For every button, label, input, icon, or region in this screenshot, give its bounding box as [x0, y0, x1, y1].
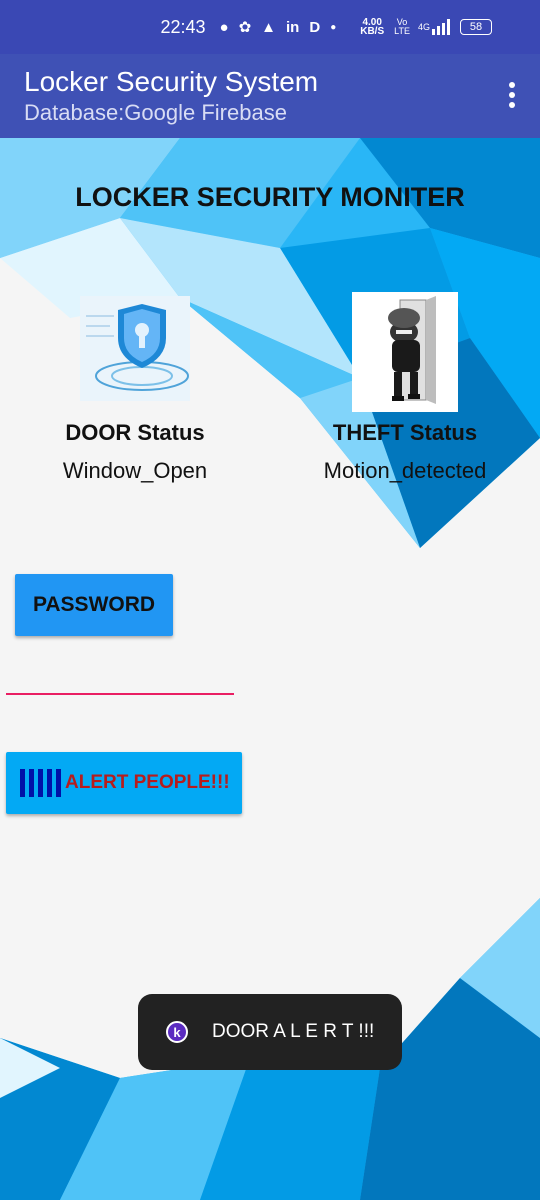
app-title: Locker Security System [24, 66, 319, 97]
network-speed-unit: KB/S [360, 26, 385, 37]
snapchat-icon: ● [219, 18, 229, 36]
overflow-menu-icon[interactable] [506, 82, 518, 108]
toast-notification: k DOOR A L E R T !!! [138, 994, 402, 1070]
d-app-icon: D [309, 18, 321, 36]
network-type: 4G [417, 22, 430, 32]
status-bar: 22:43 ● ✿ ▲ in D ● 4.00 KB/S Vo LTE 4G 5… [0, 0, 540, 54]
toast-message: DOOR A L E R T !!! [212, 1021, 375, 1042]
theft-status-value: Motion_detected [323, 458, 487, 483]
app-logo-icon: k [166, 1021, 188, 1043]
lock-shield-icon [80, 296, 190, 401]
app-subtitle: Database:Google Firebase [24, 100, 287, 125]
main-content: LOCKER SECURITY MONITER DOOR Status Wind… [0, 138, 540, 1200]
volte-icon: Vo LTE [394, 18, 410, 36]
app-logo-letter: k [173, 1024, 181, 1040]
password-button[interactable]: PASSWORD [15, 574, 173, 636]
password-input[interactable] [6, 693, 234, 695]
app-icon: ▲ [261, 18, 276, 36]
door-status-label: DOOR Status [65, 420, 205, 445]
network-speed: 4.00 KB/S [360, 18, 385, 37]
battery-level: 58 [469, 21, 483, 33]
alert-bars-icon [20, 769, 61, 797]
status-time: 22:43 [160, 16, 206, 37]
battery-icon: 58 [460, 19, 492, 35]
linkedin-icon: in [286, 18, 300, 36]
alert-people-button[interactable]: ALERT PEOPLE!!! [6, 752, 242, 814]
door-status-value: Window_Open [62, 458, 208, 483]
thief-icon [352, 292, 458, 412]
volte-bottom: LTE [394, 26, 410, 36]
notification-icon: ✿ [238, 19, 252, 36]
theft-status-label: THEFT Status [332, 420, 478, 445]
more-notifications-icon: ● [330, 21, 337, 33]
alert-button-label: ALERT PEOPLE!!! [65, 772, 230, 793]
signal-icon [432, 19, 450, 35]
page-heading: LOCKER SECURITY MONITER [75, 182, 465, 212]
app-bar: Locker Security System Database:Google F… [0, 54, 540, 138]
